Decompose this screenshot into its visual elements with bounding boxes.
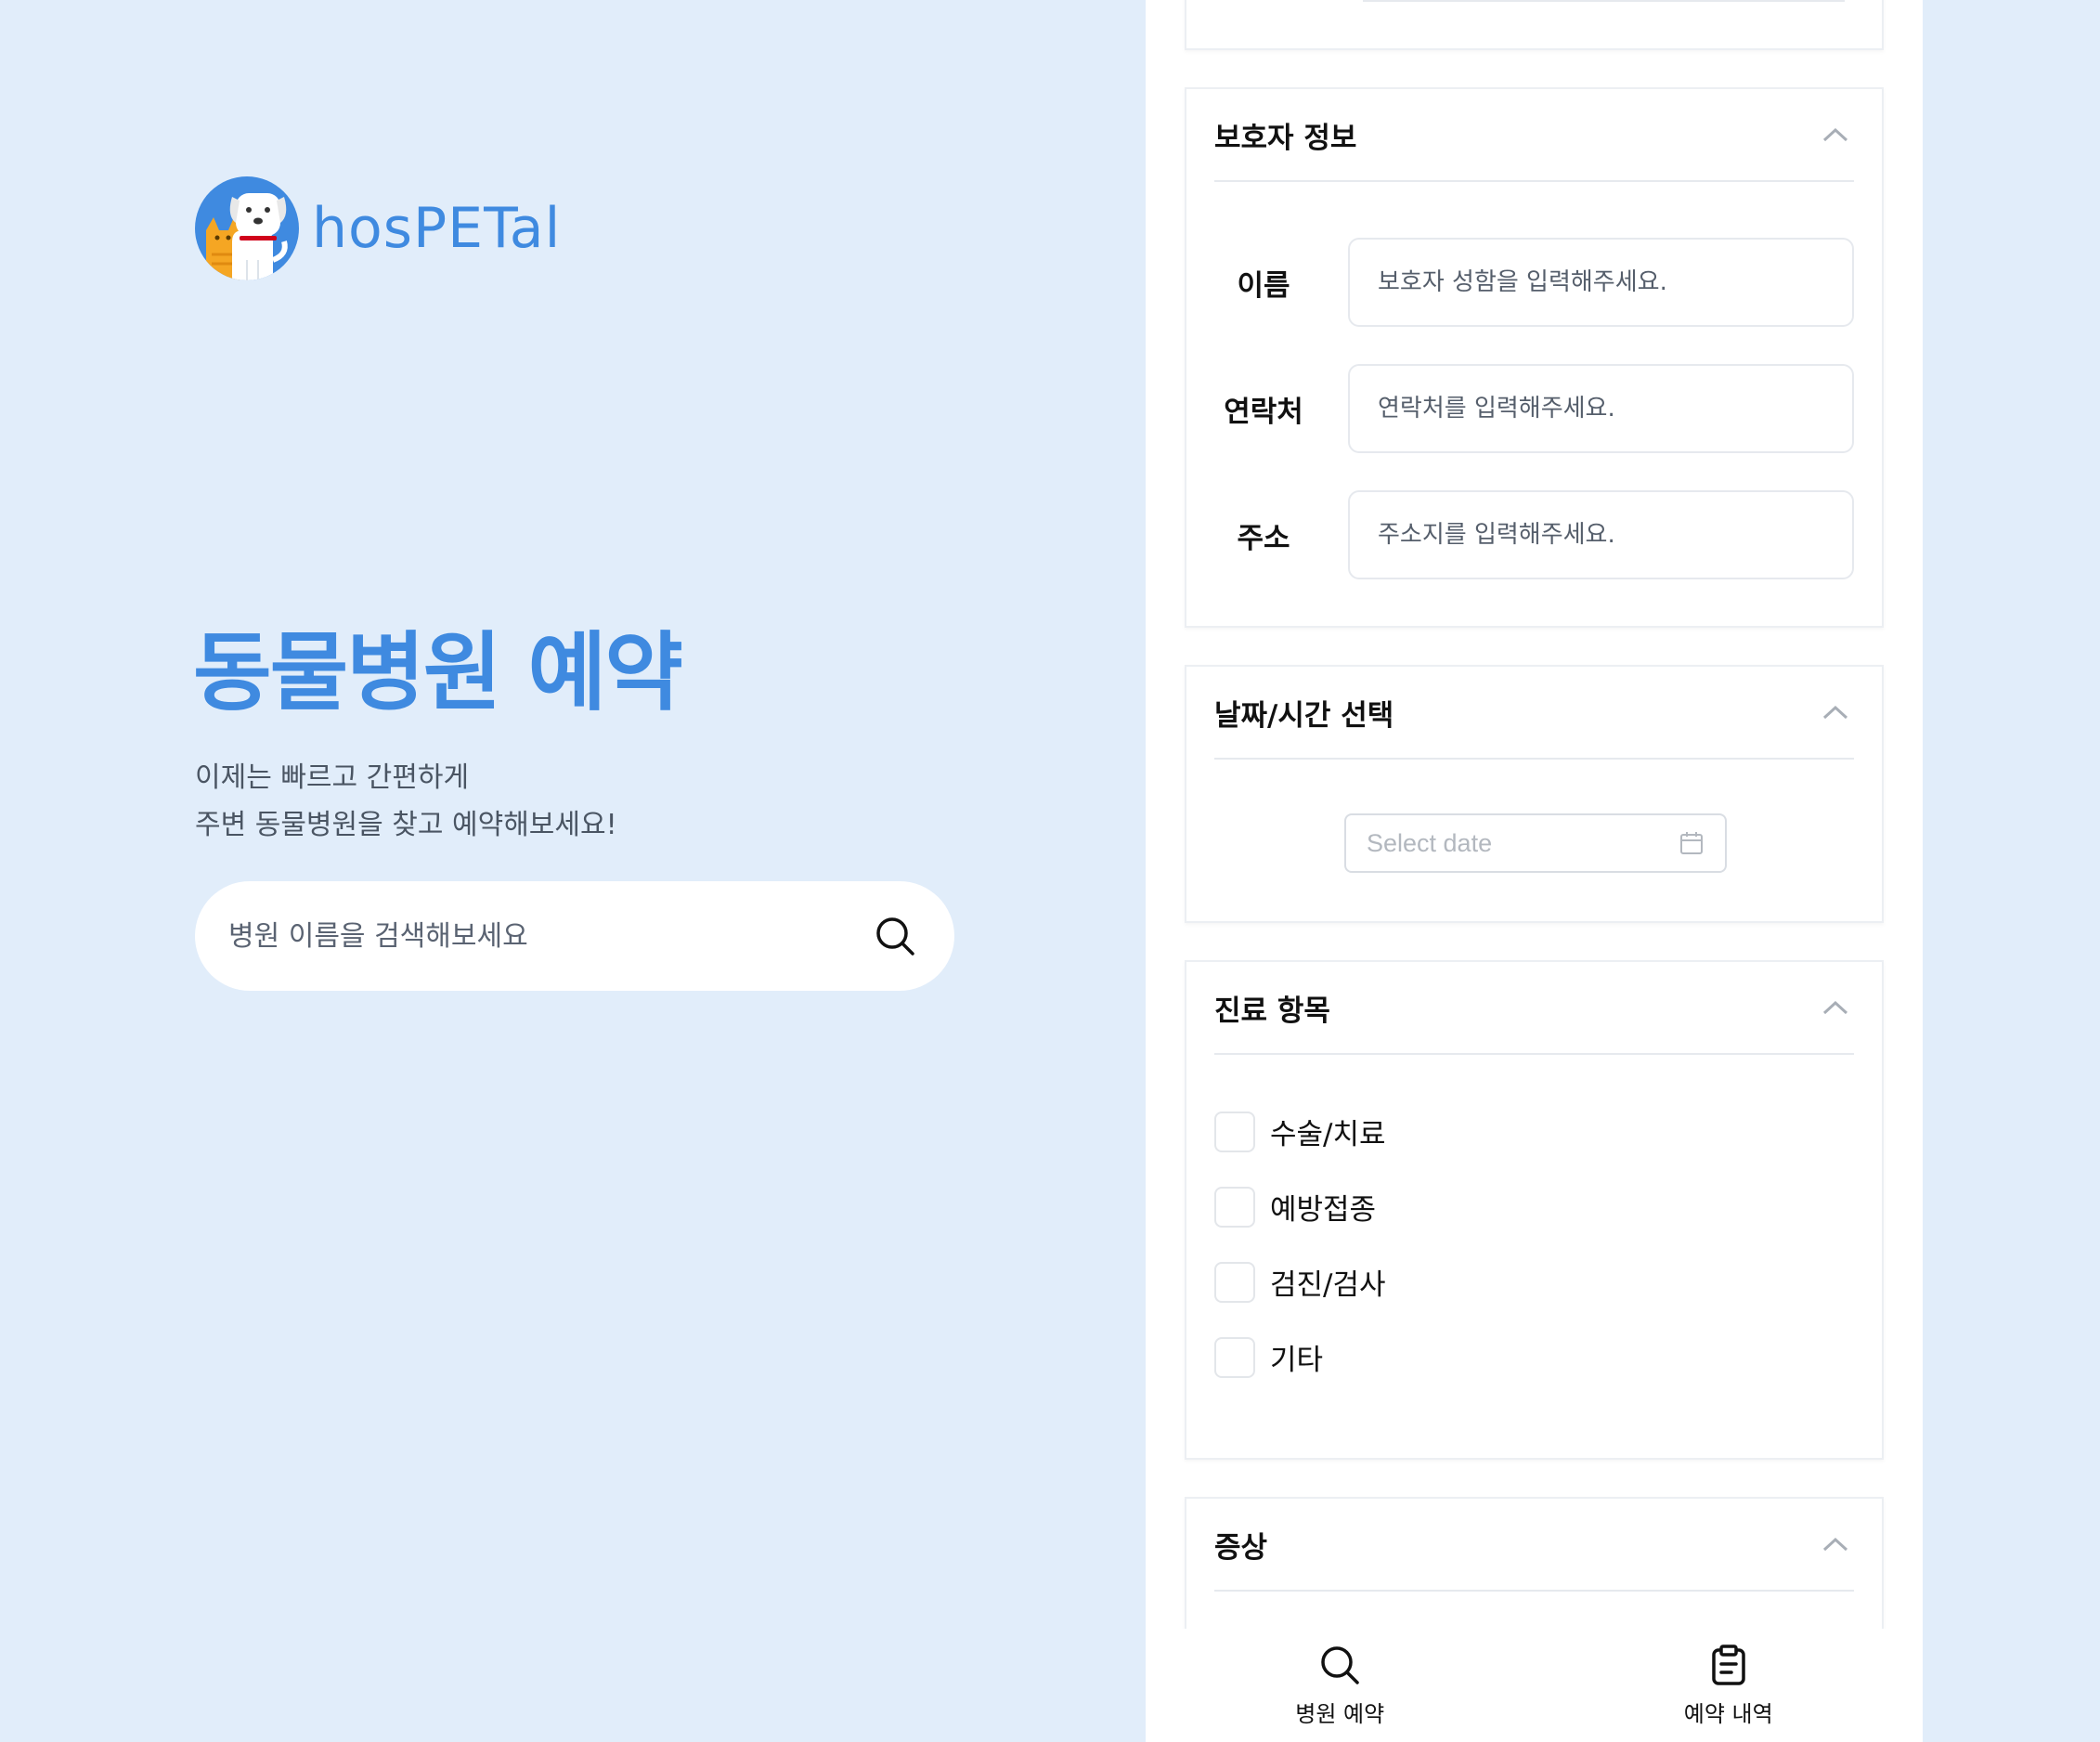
treatment-option-vaccination[interactable]: 예방접종 xyxy=(1214,1186,1376,1228)
page-title: 동물병원 예약 xyxy=(193,623,683,722)
nav-hospital-reservation[interactable]: 병원 예약 xyxy=(1146,1629,1535,1742)
datetime-card: 날짜/시간 선택 Select date xyxy=(1185,665,1884,923)
treatment-option-surgery[interactable]: 수술/치료 xyxy=(1214,1111,1386,1152)
calendar-icon xyxy=(1680,832,1703,854)
date-picker[interactable]: Select date xyxy=(1344,813,1727,873)
guardian-info-header[interactable]: 보호자 정보 xyxy=(1214,89,1854,182)
pet-info-card-partial xyxy=(1185,0,1884,50)
nav-reservation-history[interactable]: 예약 내역 xyxy=(1535,1629,1924,1742)
phone-field-row: 연락처 xyxy=(1214,364,1854,453)
checkbox[interactable] xyxy=(1214,1261,1255,1303)
search-button[interactable] xyxy=(869,910,921,962)
chevron-up-icon[interactable] xyxy=(1817,989,1854,1026)
search-icon xyxy=(876,917,914,956)
hero-subtitle-line2: 주변 동물병원을 찾고 예약해보세요! xyxy=(195,809,617,841)
datetime-title: 날짜/시간 선택 xyxy=(1214,698,1394,733)
treatment-title: 진료 항목 xyxy=(1214,994,1330,1028)
address-input[interactable] xyxy=(1348,490,1854,579)
nav-label: 예약 내역 xyxy=(1683,1700,1773,1727)
checkbox[interactable] xyxy=(1214,1186,1255,1228)
name-label: 이름 xyxy=(1237,268,1290,303)
phone-label: 연락처 xyxy=(1224,395,1303,429)
date-placeholder: Select date xyxy=(1367,828,1493,857)
option-label: 수술/치료 xyxy=(1270,1118,1386,1151)
hospital-search-bar xyxy=(195,881,954,991)
brand-logo[interactable]: hosPETal xyxy=(195,176,561,280)
name-field-row: 이름 xyxy=(1214,238,1854,327)
pet-logo-icon xyxy=(195,176,299,280)
treatment-header[interactable]: 진료 항목 xyxy=(1214,962,1854,1055)
symptom-title: 증상 xyxy=(1214,1530,1268,1565)
treatment-option-checkup[interactable]: 검진/검사 xyxy=(1214,1261,1386,1303)
hero-subtitle: 이제는 빠르고 간편하게 주변 동물병원을 찾고 예약해보세요! xyxy=(195,754,617,849)
nav-label: 병원 예약 xyxy=(1295,1700,1385,1727)
treatment-option-other[interactable]: 기타 xyxy=(1214,1336,1323,1378)
option-label: 검진/검사 xyxy=(1270,1268,1386,1302)
phone-input[interactable] xyxy=(1348,364,1854,453)
address-label: 주소 xyxy=(1237,521,1290,555)
datetime-header[interactable]: 날짜/시간 선택 xyxy=(1214,667,1854,760)
bottom-nav: 병원 예약 예약 내역 xyxy=(1146,1629,1923,1742)
divider xyxy=(1363,0,1845,2)
guardian-info-card: 보호자 정보 이름 연락처 주소 xyxy=(1185,87,1884,628)
address-field-row: 주소 xyxy=(1214,490,1854,579)
option-label: 예방접종 xyxy=(1270,1193,1377,1227)
hospital-search-input[interactable] xyxy=(228,919,869,953)
chevron-up-icon[interactable] xyxy=(1817,1526,1854,1563)
checkbox[interactable] xyxy=(1214,1336,1255,1378)
chevron-up-icon[interactable] xyxy=(1817,694,1854,731)
clipboard-icon xyxy=(1712,1644,1745,1685)
chevron-up-icon[interactable] xyxy=(1817,116,1854,153)
reservation-panel: 보호자 정보 이름 연락처 주소 날짜/시간 선택 Select date xyxy=(1146,0,1923,1742)
brand-name: hosPETal xyxy=(312,196,562,261)
symptom-header[interactable]: 증상 xyxy=(1214,1499,1854,1592)
hero-subtitle-line1: 이제는 빠르고 간편하게 xyxy=(195,761,470,794)
checkbox[interactable] xyxy=(1214,1111,1255,1152)
name-input[interactable] xyxy=(1348,238,1854,327)
search-icon xyxy=(1321,1645,1359,1684)
treatment-card: 진료 항목 수술/치료 예방접종 검진/검사 기타 xyxy=(1185,960,1884,1460)
option-label: 기타 xyxy=(1270,1344,1324,1377)
guardian-info-title: 보호자 정보 xyxy=(1214,121,1357,155)
